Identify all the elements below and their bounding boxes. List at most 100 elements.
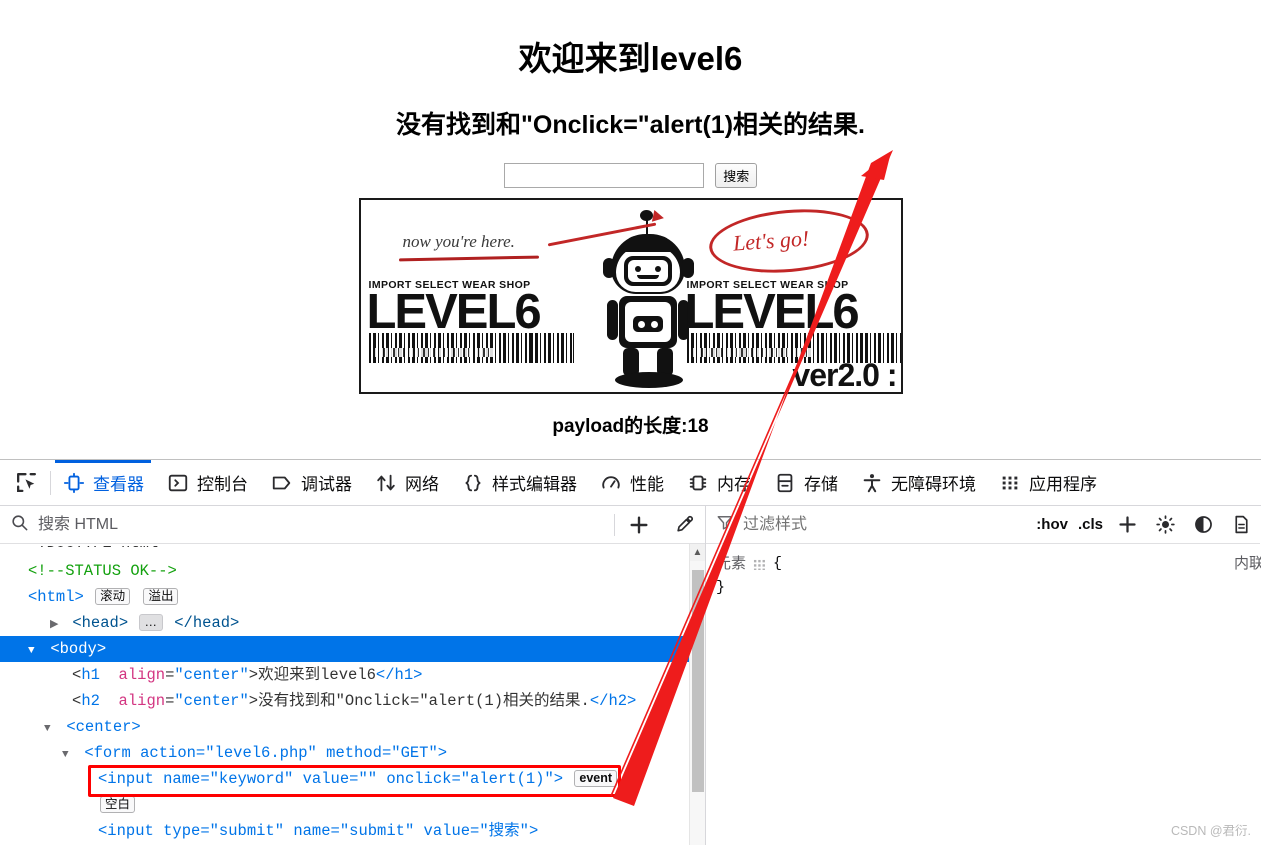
banner-barcode-digits-left: [372, 348, 493, 357]
rules-pane: :hov .cls 元素 {: [706, 506, 1261, 845]
markup-line-whitespace[interactable]: 空白: [0, 792, 705, 818]
searchbar-divider: [614, 513, 615, 536]
add-rule-button[interactable]: [1108, 506, 1146, 544]
markup-line-h1[interactable]: <h1 align="center">欢迎来到level6</h1>: [0, 662, 705, 688]
markup-line-h2[interactable]: <h2 align="center">没有找到和"Onclick="alert(…: [0, 688, 705, 714]
html-search-bar: [0, 506, 705, 544]
tab-inspector-label: 查看器: [93, 475, 144, 494]
html-search-input[interactable]: [36, 514, 612, 535]
tab-memory[interactable]: 内存: [675, 460, 762, 505]
network-icon: [374, 471, 398, 495]
element-rule-selector: 元素: [716, 555, 747, 572]
tab-performance-label: 性能: [630, 475, 664, 494]
badge-ellipsis[interactable]: …: [139, 614, 163, 632]
console-icon: [166, 471, 190, 495]
add-new-node-button[interactable]: [617, 506, 661, 544]
tab-console[interactable]: 控制台: [155, 460, 259, 505]
performance-icon: [599, 471, 623, 495]
banner-handwritten-note: now you're here.: [402, 232, 515, 251]
page-subtitle: 没有找到和"Onclick="alert(1)相关的结果.: [396, 111, 865, 139]
scroll-up-arrow-icon[interactable]: ▲: [690, 544, 705, 561]
print-styles-button[interactable]: [1222, 506, 1260, 544]
css-rules-list: 元素 { 内联 }: [706, 544, 1261, 600]
markup-line-html[interactable]: <html> 滚动 溢出: [0, 584, 705, 610]
keyword-search-input[interactable]: [503, 163, 704, 188]
markup-line-form[interactable]: ▼ <form action="level6.php" method="GET"…: [0, 740, 705, 766]
badge-event[interactable]: event: [574, 770, 618, 788]
markup-line-head[interactable]: ▶ <head> … </head>: [0, 610, 705, 636]
application-icon: [998, 471, 1022, 495]
tab-application[interactable]: 应用程序: [987, 460, 1108, 505]
twisty-expanded-icon-form[interactable]: ▼: [62, 742, 75, 768]
grip-icon: [753, 558, 767, 570]
banner-level-text-left: LEVEL6: [366, 285, 542, 339]
tab-application-label: 应用程序: [1029, 475, 1097, 494]
tab-accessibility-label: 无障碍环境: [891, 475, 976, 494]
tab-memory-label: 内存: [717, 475, 751, 494]
filter-icon: [716, 513, 734, 536]
element-picker-button[interactable]: [2, 460, 50, 505]
tab-performance[interactable]: 性能: [588, 460, 675, 505]
devtools-panes: <!DOCTYPE html> <!--STATUS OK--> <html> …: [0, 506, 1261, 845]
badge-overflow[interactable]: 溢出: [143, 588, 179, 606]
banner-lets-go-text: Let's go!: [731, 225, 810, 256]
level6-banner-wrapper: now you're here. IMPORT SELECT WEAR SHOP…: [0, 198, 1261, 399]
markup-line-body[interactable]: ▼ <body>: [0, 636, 705, 662]
eyedropper-button[interactable]: [661, 506, 705, 544]
twisty-collapsed-icon[interactable]: ▶: [50, 612, 63, 638]
rendered-web-page: 欢迎来到level6 没有找到和"Onclick="alert(1)相关的结果.…: [0, 0, 1261, 459]
memory-icon: [686, 471, 710, 495]
tab-inspector[interactable]: 查看器: [51, 460, 155, 505]
tab-accessibility[interactable]: 无障碍环境: [849, 460, 987, 505]
banner-barcode-digits-right: [690, 348, 811, 357]
tab-style-editor-label: 样式编辑器: [492, 475, 577, 494]
markup-line-comment[interactable]: <!--STATUS OK-->: [0, 558, 705, 584]
styles-filter-bar: :hov .cls: [706, 506, 1260, 544]
style-editor-icon: [461, 471, 485, 495]
tab-storage[interactable]: 存储: [762, 460, 849, 505]
scrollbar-thumb[interactable]: [692, 570, 704, 792]
twisty-expanded-icon[interactable]: ▼: [28, 638, 41, 664]
markup-line-center[interactable]: ▼ <center>: [0, 714, 705, 740]
accessibility-icon: [860, 471, 884, 495]
twisty-expanded-icon-center[interactable]: ▼: [44, 716, 57, 742]
pseudo-class-toggle[interactable]: :hov: [1031, 516, 1073, 533]
banner-note-underline: [398, 255, 539, 262]
contrast-scheme-button[interactable]: [1184, 506, 1222, 544]
markup-tree[interactable]: <!DOCTYPE html> <!--STATUS OK--> <html> …: [0, 544, 705, 845]
markup-scrollbar[interactable]: ▲: [689, 544, 705, 845]
page-title: 欢迎来到level6: [518, 40, 743, 77]
banner-barcode-left-end: [530, 333, 573, 363]
banner-red-arrow-head: [651, 209, 665, 225]
rule-open-brace: {: [773, 555, 783, 572]
badge-scroll[interactable]: 滚动: [95, 588, 131, 606]
banner-version-text: ver2.0 :: [792, 357, 897, 393]
storage-icon: [773, 471, 797, 495]
styles-filter-input[interactable]: [741, 514, 1032, 535]
search-submit-button[interactable]: 搜索: [715, 163, 758, 188]
markup-line-input-submit[interactable]: <input type="submit" name="submit" value…: [0, 818, 705, 844]
debugger-icon: [270, 471, 294, 495]
tab-style-editor[interactable]: 样式编辑器: [450, 460, 588, 505]
tab-network[interactable]: 网络: [363, 460, 450, 505]
inspector-pane: <!DOCTYPE html> <!--STATUS OK--> <html> …: [0, 506, 706, 845]
tab-debugger-label: 调试器: [301, 475, 352, 494]
tab-debugger[interactable]: 调试器: [259, 460, 363, 505]
markup-line-doctype[interactable]: <!DOCTYPE html>: [0, 546, 705, 558]
badge-whitespace[interactable]: 空白: [100, 796, 136, 814]
light-scheme-button[interactable]: [1146, 506, 1184, 544]
banner-level-text-right: LEVEL6: [684, 285, 860, 339]
element-style-rule[interactable]: 元素 { 内联: [716, 552, 1261, 576]
search-icon: [10, 513, 29, 537]
csdn-watermark: CSDN @君衍.: [1170, 824, 1251, 838]
search-form: 搜索: [0, 163, 1261, 188]
rule-source-label[interactable]: 内联: [1234, 552, 1261, 576]
payload-length-text: payload的长度:18: [552, 416, 709, 437]
inspector-icon: [62, 471, 86, 495]
class-toggle[interactable]: .cls: [1073, 516, 1108, 533]
level6-banner-image: now you're here. IMPORT SELECT WEAR SHOP…: [358, 198, 903, 394]
tab-console-label: 控制台: [197, 475, 248, 494]
tab-storage-label: 存储: [804, 475, 838, 494]
markup-line-input-keyword[interactable]: <input name="keyword" value="" onclick="…: [0, 766, 705, 792]
developer-tools: 查看器 控制台 调试器 网络 样式编辑器 性能 内存 存储 无障碍环境 应用程序…: [0, 459, 1261, 845]
